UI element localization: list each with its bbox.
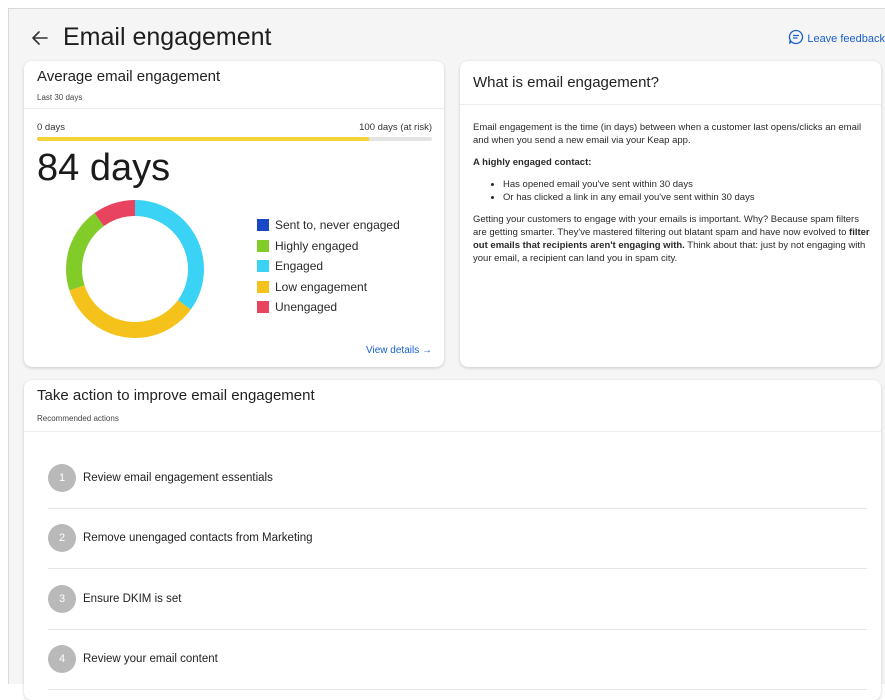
legend-item: Highly engaged (257, 236, 400, 257)
legend-swatch (257, 280, 269, 293)
legend-label: Engaged (275, 259, 324, 274)
explanation-paragraph: Email engagement is the time (in days) b… (473, 122, 862, 146)
donut-slice-highly-engaged (66, 213, 104, 291)
spam-filter-paragraph: Getting your customers to engage with yo… (473, 214, 870, 264)
legend-swatch (257, 239, 269, 252)
what-is-engagement-card: What is email engagement? Email engageme… (460, 61, 881, 367)
engagement-progress-bar (37, 137, 432, 141)
action-item-remove-unengaged[interactable]: 2 Remove unengaged contacts from Marketi… (48, 509, 867, 569)
take-action-card: Take action to improve email engagement … (24, 380, 881, 700)
legend-item: Engaged (257, 256, 400, 277)
legend-label: Unengaged (275, 300, 338, 315)
card-subtitle: Last 30 days (37, 93, 83, 102)
average-engagement-value: 84 days (37, 147, 171, 189)
divider (24, 108, 444, 109)
divider (24, 431, 881, 432)
engagement-legend: Sent to, never engaged Highly engaged Enga… (257, 215, 400, 318)
legend-label: Highly engaged (275, 238, 359, 253)
card-title: Average email engagement (37, 68, 221, 85)
back-arrow-icon[interactable] (29, 27, 51, 49)
highly-engaged-heading: A highly engaged contact: (473, 157, 592, 168)
average-engagement-card: Average email engagement Last 30 days 0 … (24, 61, 444, 367)
explanation-text: Email engagement is the time (in days) b… (473, 121, 871, 274)
donut-slice-low-engagement (69, 285, 191, 339)
card-title: Take action to improve email engagement (37, 387, 315, 404)
page-header: Email engagement (29, 23, 271, 52)
view-details-link[interactable]: View details → (366, 345, 432, 356)
highly-engaged-criteria: Has opened email you've sent within 30 d… (473, 178, 871, 204)
action-label: Review your email content (83, 653, 218, 666)
criteria-item: Has opened email you've sent within 30 d… (503, 178, 871, 191)
step-number-badge: 4 (48, 645, 76, 674)
action-label: Remove unengaged contacts from Marketing (83, 532, 313, 545)
legend-label: Low engagement (275, 279, 368, 294)
leave-feedback-link[interactable]: Leave feedback (788, 29, 885, 48)
engagement-progress-fill (37, 137, 369, 141)
engagement-donut-chart (66, 200, 204, 339)
feedback-label: Leave feedback (807, 32, 885, 45)
legend-item: Unengaged (257, 297, 400, 318)
feedback-bubble-icon (788, 29, 804, 48)
legend-item: Sent to, never engaged (257, 215, 400, 236)
legend-label: Sent to, never engaged (275, 218, 400, 233)
legend-item: Low engagement (257, 277, 400, 298)
range-min-label: 0 days (37, 122, 65, 133)
page-canvas: Email engagement Leave feedback Average … (9, 9, 885, 700)
action-item-ensure-dkim[interactable]: 3 Ensure DKIM is set (48, 569, 867, 630)
donut-slice-engaged (135, 200, 204, 310)
legend-swatch (257, 219, 269, 232)
step-number-badge: 2 (48, 524, 76, 553)
page-title: Email engagement (63, 23, 272, 51)
legend-swatch (257, 301, 269, 314)
action-item-review-content[interactable]: 4 Review your email content (48, 630, 867, 690)
action-item-review-essentials[interactable]: 1 Review email engagement essentials (48, 448, 867, 509)
action-label: Ensure DKIM is set (83, 592, 182, 605)
card-title: What is email engagement? (473, 74, 659, 91)
legend-swatch (257, 260, 269, 273)
criteria-item: Or has clicked a link in any email you'v… (503, 191, 871, 204)
step-number-badge: 3 (48, 584, 76, 613)
range-max-label: 100 days (at risk) (359, 122, 432, 133)
divider (460, 104, 881, 105)
action-label: Review email engagement essentials (83, 471, 273, 484)
recommended-actions-list: 1 Review email engagement essentials 2 R… (48, 448, 867, 690)
step-number-badge: 1 (48, 463, 76, 492)
card-subtitle: Recommended actions (37, 414, 119, 423)
